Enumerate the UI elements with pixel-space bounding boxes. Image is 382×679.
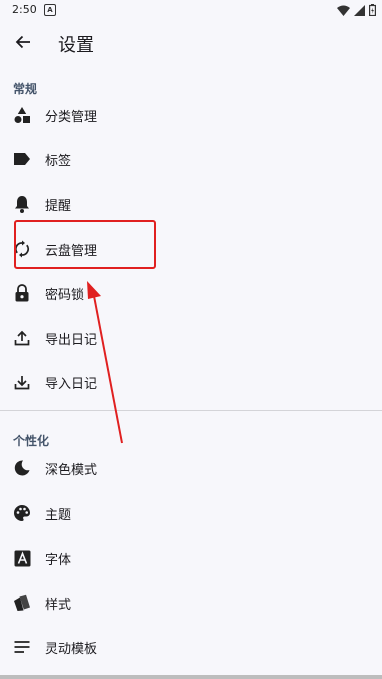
gesture-bar <box>0 675 382 679</box>
annotation-arrow <box>87 281 123 444</box>
